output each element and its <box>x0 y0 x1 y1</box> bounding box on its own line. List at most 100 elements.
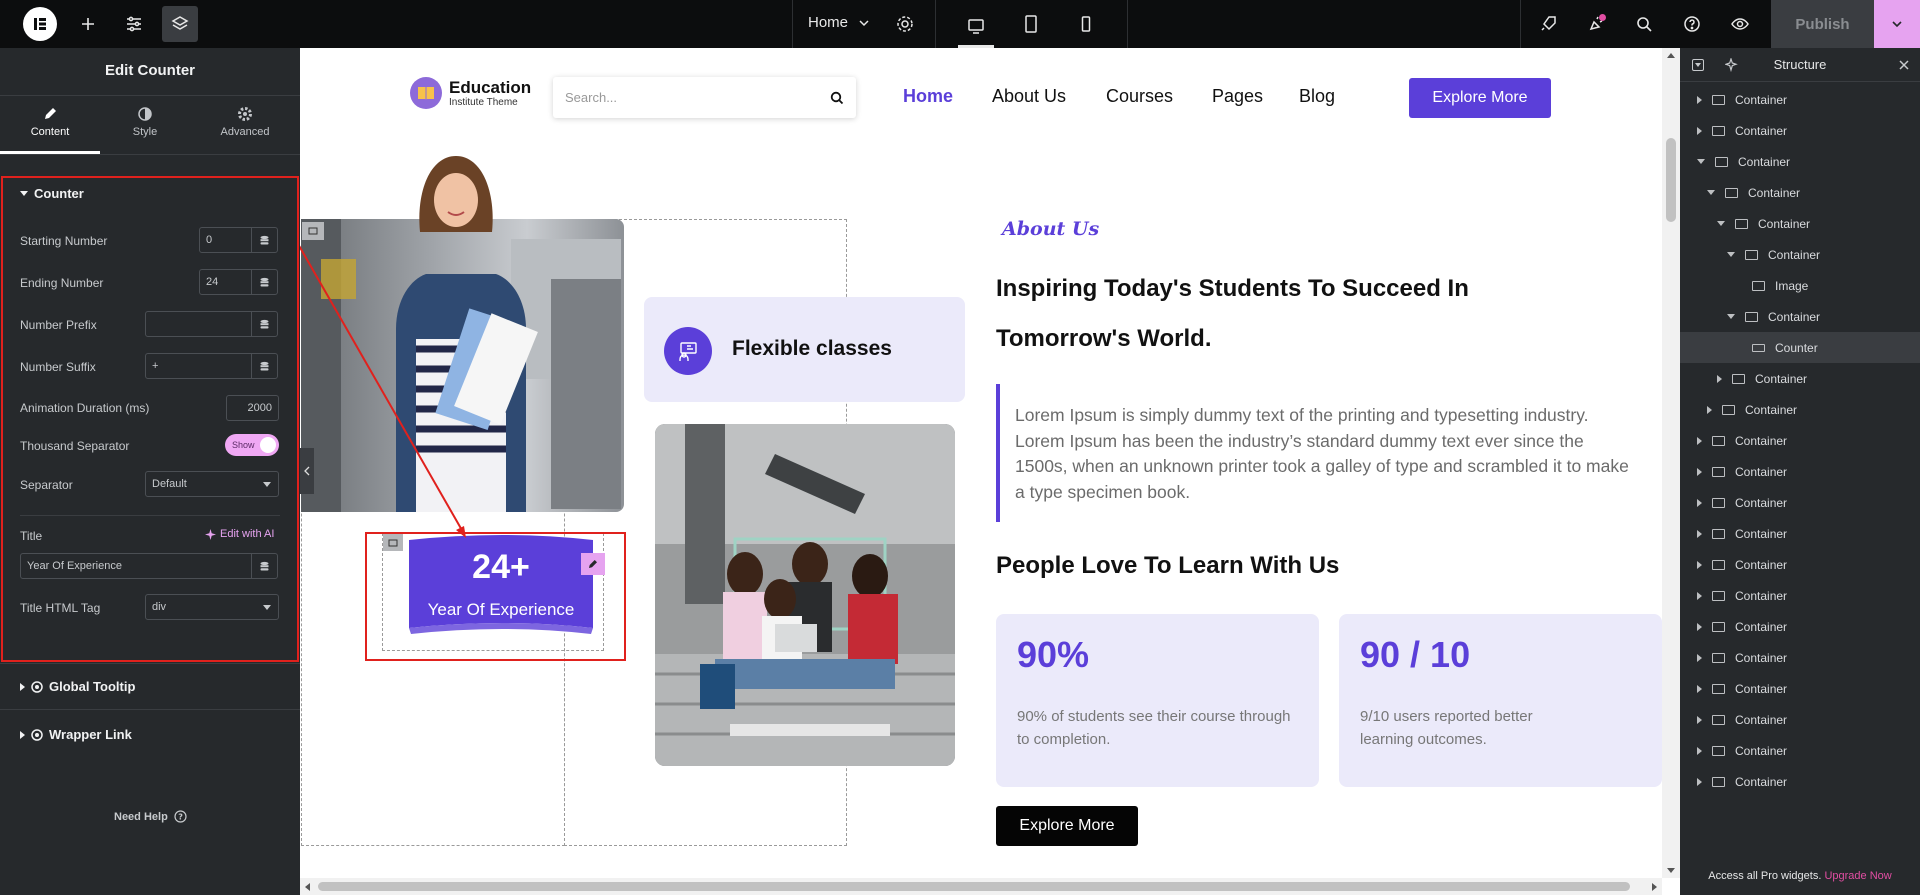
tab-advanced[interactable]: Advanced <box>195 96 295 154</box>
flexible-classes-card[interactable]: Flexible classes <box>644 297 965 402</box>
tree-item-container[interactable]: Container <box>1680 394 1920 425</box>
publish-button[interactable]: Publish <box>1771 0 1874 48</box>
caret-right-icon[interactable] <box>1697 622 1702 631</box>
search-icon[interactable] <box>830 91 844 105</box>
tree-item-container[interactable]: Container <box>1680 735 1920 766</box>
horizontal-scrollbar[interactable] <box>300 878 1662 895</box>
caret-right-icon[interactable] <box>1697 684 1702 693</box>
number-suffix-input[interactable]: + <box>145 353 252 379</box>
tree-item-container[interactable]: Container <box>1680 177 1920 208</box>
tree-item-container[interactable]: Container <box>1680 146 1920 177</box>
caret-right-icon[interactable] <box>1717 374 1722 383</box>
search-icon[interactable] <box>1626 6 1662 42</box>
title-html-tag-select[interactable]: div <box>145 594 279 620</box>
tree-item-container[interactable]: Container <box>1680 487 1920 518</box>
caret-down-icon[interactable] <box>1707 190 1715 195</box>
caret-right-icon[interactable] <box>1697 777 1702 786</box>
wrapper-link-section[interactable]: Wrapper Link <box>20 727 132 742</box>
scroll-left-arrow[interactable] <box>305 883 310 891</box>
structure-layers-icon[interactable] <box>162 6 198 42</box>
elementor-logo-icon[interactable] <box>23 7 57 41</box>
dynamic-tags-button[interactable] <box>251 353 278 379</box>
tree-item-container[interactable]: Container <box>1680 425 1920 456</box>
caret-right-icon[interactable] <box>1697 436 1702 445</box>
ending-number-input[interactable]: 24 <box>199 269 252 295</box>
nav-link-courses[interactable]: Courses <box>1106 86 1173 107</box>
caret-down-icon[interactable] <box>1727 252 1735 257</box>
caret-right-icon[interactable] <box>1697 529 1702 538</box>
page-selector[interactable]: Home <box>808 14 870 31</box>
caret-right-icon[interactable] <box>1707 405 1712 414</box>
students-group-image[interactable] <box>655 424 955 766</box>
dynamic-tags-button[interactable] <box>251 227 278 253</box>
caret-right-icon[interactable] <box>1697 715 1702 724</box>
caret-right-icon[interactable] <box>1697 95 1702 104</box>
starting-number-input[interactable]: 0 <box>199 227 252 253</box>
tree-item-container[interactable]: Container <box>1680 208 1920 239</box>
tree-item-container[interactable]: Container <box>1680 704 1920 735</box>
separator-select[interactable]: Default <box>145 471 279 497</box>
need-help-link[interactable]: Need Help ? <box>114 810 187 823</box>
number-prefix-input[interactable] <box>145 311 252 337</box>
horizontal-scroll-thumb[interactable] <box>318 882 1630 891</box>
dynamic-tags-button[interactable] <box>251 553 278 579</box>
tree-item-container[interactable]: Container <box>1680 115 1920 146</box>
dynamic-tags-button[interactable] <box>251 269 278 295</box>
site-logo[interactable]: Education Institute Theme <box>410 77 531 109</box>
site-search-box[interactable]: Search... <box>553 77 856 118</box>
nav-link-pages[interactable]: Pages <box>1212 86 1263 107</box>
help-icon[interactable] <box>1674 6 1710 42</box>
tree-item-container[interactable]: Container <box>1680 456 1920 487</box>
tab-content[interactable]: Content <box>0 96 100 154</box>
tree-item-counter[interactable]: Counter <box>1680 332 1920 363</box>
nav-link-about[interactable]: About Us <box>992 86 1066 107</box>
tree-item-container[interactable]: Container <box>1680 239 1920 270</box>
caret-right-icon[interactable] <box>1697 746 1702 755</box>
caret-right-icon[interactable] <box>1697 498 1702 507</box>
caret-right-icon[interactable] <box>1697 126 1702 135</box>
animation-duration-input[interactable]: 2000 <box>226 395 279 421</box>
tree-item-container[interactable]: Container <box>1680 611 1920 642</box>
tree-item-container[interactable]: Container <box>1680 549 1920 580</box>
mobile-view-icon[interactable] <box>1068 6 1104 42</box>
tree-item-image[interactable]: Image <box>1680 270 1920 301</box>
tree-item-container[interactable]: Container <box>1680 301 1920 332</box>
tree-item-container[interactable]: Container <box>1680 84 1920 115</box>
desktop-view-icon[interactable] <box>958 6 994 48</box>
vertical-scroll-thumb[interactable] <box>1666 138 1676 222</box>
bottom-explore-button[interactable]: Explore More <box>996 806 1138 846</box>
scroll-up-arrow[interactable] <box>1667 53 1675 58</box>
site-settings-icon[interactable] <box>116 6 152 42</box>
page-settings-gear-icon[interactable] <box>887 6 923 42</box>
caret-down-icon[interactable] <box>1717 221 1725 226</box>
tree-item-container[interactable]: Container <box>1680 766 1920 797</box>
caret-down-icon[interactable] <box>1727 314 1735 319</box>
whats-new-icon[interactable] <box>1578 6 1614 42</box>
global-tooltip-section[interactable]: Global Tooltip <box>20 679 135 694</box>
caret-right-icon[interactable] <box>1697 560 1702 569</box>
vertical-scrollbar[interactable] <box>1662 48 1680 878</box>
publish-options-button[interactable] <box>1874 0 1920 48</box>
dynamic-tags-button[interactable] <box>251 311 278 337</box>
edit-with-ai-link[interactable]: Edit with AI <box>205 528 274 540</box>
caret-right-icon[interactable] <box>1697 591 1702 600</box>
nav-explore-button[interactable]: Explore More <box>1409 78 1551 118</box>
nav-link-blog[interactable]: Blog <box>1299 86 1335 107</box>
tablet-view-icon[interactable] <box>1013 6 1049 42</box>
scroll-down-arrow[interactable] <box>1667 868 1675 873</box>
close-icon[interactable] <box>1898 59 1910 71</box>
tree-item-container[interactable]: Container <box>1680 580 1920 611</box>
thousand-separator-toggle[interactable]: Show <box>225 434 279 456</box>
scroll-right-arrow[interactable] <box>1652 883 1657 891</box>
counter-section-header[interactable]: Counter <box>20 186 84 201</box>
caret-right-icon[interactable] <box>1697 467 1702 476</box>
tree-item-container[interactable]: Container <box>1680 518 1920 549</box>
preview-eye-icon[interactable] <box>1722 6 1758 42</box>
tree-item-container[interactable]: Container <box>1680 642 1920 673</box>
tree-item-container[interactable]: Container <box>1680 363 1920 394</box>
tree-item-container[interactable]: Container <box>1680 673 1920 704</box>
caret-right-icon[interactable] <box>1697 653 1702 662</box>
add-element-icon[interactable] <box>70 6 106 42</box>
caret-down-icon[interactable] <box>1697 159 1705 164</box>
nav-link-home[interactable]: Home <box>903 86 953 107</box>
